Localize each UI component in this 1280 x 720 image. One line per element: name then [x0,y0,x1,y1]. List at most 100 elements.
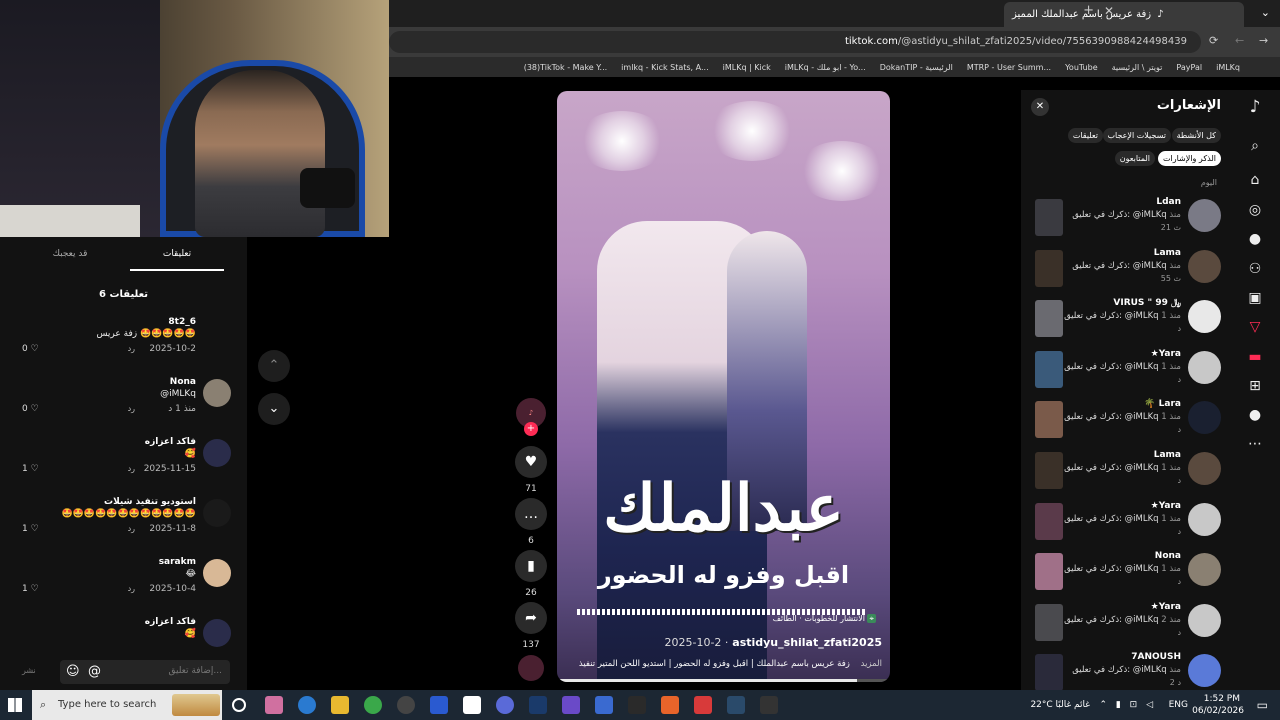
tab-you-may-like[interactable]: قد يعجبك [20,249,120,259]
notification-user[interactable]: Lama [1154,248,1181,258]
notification-user[interactable]: 7ANOUSH [1131,652,1181,662]
back-icon[interactable]: ← [1235,34,1244,47]
bookmark-item[interactable]: iMLKq - ابو ملك - Yo... [785,63,866,72]
new-tab-icon[interactable]: + [1083,3,1094,18]
commenter-avatar[interactable] [203,319,231,347]
notification-video-thumbnail[interactable] [1035,199,1063,236]
notification-user[interactable]: Lama [1154,450,1181,460]
commenter-name[interactable]: فاكد اعزازه [145,617,196,627]
bookmark-icon[interactable]: ▮ [515,550,547,582]
messages-icon[interactable]: ▬ [1243,345,1267,369]
notification-video-thumbnail[interactable] [1035,502,1063,540]
notification-video-thumbnail[interactable] [1035,452,1063,489]
notification-avatar[interactable] [1188,350,1221,384]
app-icon-2[interactable] [562,696,580,714]
profile-avatar-icon[interactable]: ● [1243,403,1267,427]
bookmark-item[interactable]: (38)TikTok - Make Y... [524,63,607,72]
app-icon-5[interactable] [661,696,679,714]
notification-avatar[interactable] [1188,654,1221,688]
comment-like[interactable]: 0 ♡ [22,404,39,414]
forward-icon[interactable]: → [1259,34,1268,47]
bookmark-item[interactable]: iMLKq | Kick [723,63,771,72]
comment-like[interactable]: 1 ♡ [22,464,39,474]
copilot-icon[interactable] [265,696,283,714]
music-disc[interactable] [514,655,548,681]
previous-video-button[interactable]: ⌃ [258,350,290,382]
notification-user[interactable]: Ldan [1156,197,1181,207]
more-icon[interactable]: ⋯ [1243,432,1267,456]
commenter-name[interactable]: 8t2_6 [168,317,196,327]
emoji-icon[interactable]: ☺ [66,664,80,679]
reload-icon[interactable]: ⟳ [1209,34,1218,47]
video-player[interactable]: عبدالملك اقبل وفزو له الحضور الانتشار لل… [557,91,890,682]
notification-user[interactable]: VIRUS " 99 ﷼ [1113,298,1181,308]
notification-avatar[interactable] [1188,401,1221,435]
following-avatar-icon[interactable]: ● [1243,227,1267,251]
browser-tab-active[interactable]: ♪ زفة عريس باسم عبدالملك المميز [1004,2,1244,27]
chrome-icon[interactable] [364,696,382,714]
comment-like[interactable]: 1 ♡ [22,524,39,534]
notification-avatar[interactable] [1188,452,1221,485]
notification-user[interactable]: Nona [1155,551,1181,561]
tab-comments[interactable]: تعليقات [130,249,224,271]
notification-user[interactable]: ★Yara [1151,501,1181,511]
notification-video-thumbnail[interactable] [1035,350,1063,388]
reply-button[interactable]: رد [128,404,135,413]
comment-action[interactable]: … 6 [514,498,548,546]
notification-avatar[interactable] [1188,553,1221,587]
video-location[interactable]: الانتشار للخطوبات · الطائف ⌖ [773,614,876,624]
notification-item[interactable]: Lama ذكرك في تعليق: @iMLKq منذ 55 ث [1021,246,1231,296]
upload-icon[interactable]: ⊞ [1243,374,1267,398]
notification-video-thumbnail[interactable] [1035,553,1063,591]
commenter-avatar[interactable] [203,439,231,467]
commenter-avatar[interactable] [203,499,231,527]
video-author-line[interactable]: 2025-10-2 · astidyu_shilat_zfati2025 [665,636,883,649]
language-indicator[interactable]: ENG [1169,700,1188,710]
live-icon[interactable]: ▣ [1243,286,1267,310]
notification-item[interactable]: Ldan ذكرك في تعليق: @iMLKq منذ 21 ث [1021,195,1231,245]
commenter-name[interactable]: sarakm [159,557,196,567]
home-icon[interactable]: ⌂ [1243,168,1267,192]
notification-item[interactable]: ★Yara ذكرك في تعليق: @iMLKq منذ 1 د [1021,347,1231,397]
bookmark-item[interactable]: YouTube [1065,63,1098,72]
video-author[interactable]: astidyu_shilat_zfati2025 [732,636,882,649]
url-field[interactable]: tiktok.com/@astidyu_shilat_zfati2025/vid… [389,31,1201,53]
follow-plus-icon[interactable]: + [524,422,538,436]
comment-like[interactable]: 0 ♡ [22,344,39,354]
creator-avatar[interactable]: ♪ + [514,398,548,436]
bookmark-item[interactable]: iMLKq [1216,63,1240,72]
app-icon-3[interactable] [595,696,613,714]
clock-time[interactable]: 1:52 PM [1204,694,1240,704]
video-progress-bar[interactable] [557,679,890,682]
edge-icon[interactable] [298,696,316,714]
notification-user[interactable]: ★Yara [1151,602,1181,612]
app-icon-4[interactable] [628,696,646,714]
steam-icon[interactable] [529,696,547,714]
see-more-link[interactable]: المزيد [861,659,882,669]
chip-followers[interactable]: المتابعون [1114,151,1155,166]
close-tab-icon[interactable]: ✕ [1104,4,1114,18]
chip-mentions[interactable]: الذكر والإشارات [1157,151,1221,166]
save-action[interactable]: ▮ 26 [514,550,548,598]
notification-item[interactable]: 🌴 Lara ذكرك في تعليق: @iMLKq منذ 1 د [1021,397,1231,447]
comment-input[interactable]: إضافة تعليق... [60,660,230,684]
heart-icon[interactable]: ♥ [515,446,547,478]
chip-all-activity[interactable]: كل الأنشطة [1171,128,1221,143]
notification-video-thumbnail[interactable] [1035,249,1063,287]
notification-avatar[interactable] [1188,249,1221,283]
friends-icon[interactable]: ⚇ [1243,257,1267,281]
notification-video-thumbnail[interactable] [1035,401,1063,439]
task-view-icon[interactable] [232,698,246,712]
search-icon[interactable]: ⌕ [1243,134,1267,158]
obs-icon[interactable] [397,696,415,714]
notification-video-thumbnail[interactable] [1035,654,1063,692]
commenter-name[interactable]: فاكد اعزازه [145,437,196,447]
bookmark-item[interactable]: تويتر \ الرئيسية [1112,63,1163,72]
clock-date[interactable]: 06/02/2026 [1192,706,1244,716]
chip-comments[interactable]: تعليقات [1067,128,1103,143]
notification-user[interactable]: 🌴 Lara [1144,399,1181,409]
inbox-icon[interactable]: ▽ [1243,315,1267,339]
bookmark-item[interactable]: PayPal [1176,63,1202,72]
notification-avatar[interactable] [1188,603,1221,637]
notification-video-thumbnail[interactable] [1035,300,1063,338]
